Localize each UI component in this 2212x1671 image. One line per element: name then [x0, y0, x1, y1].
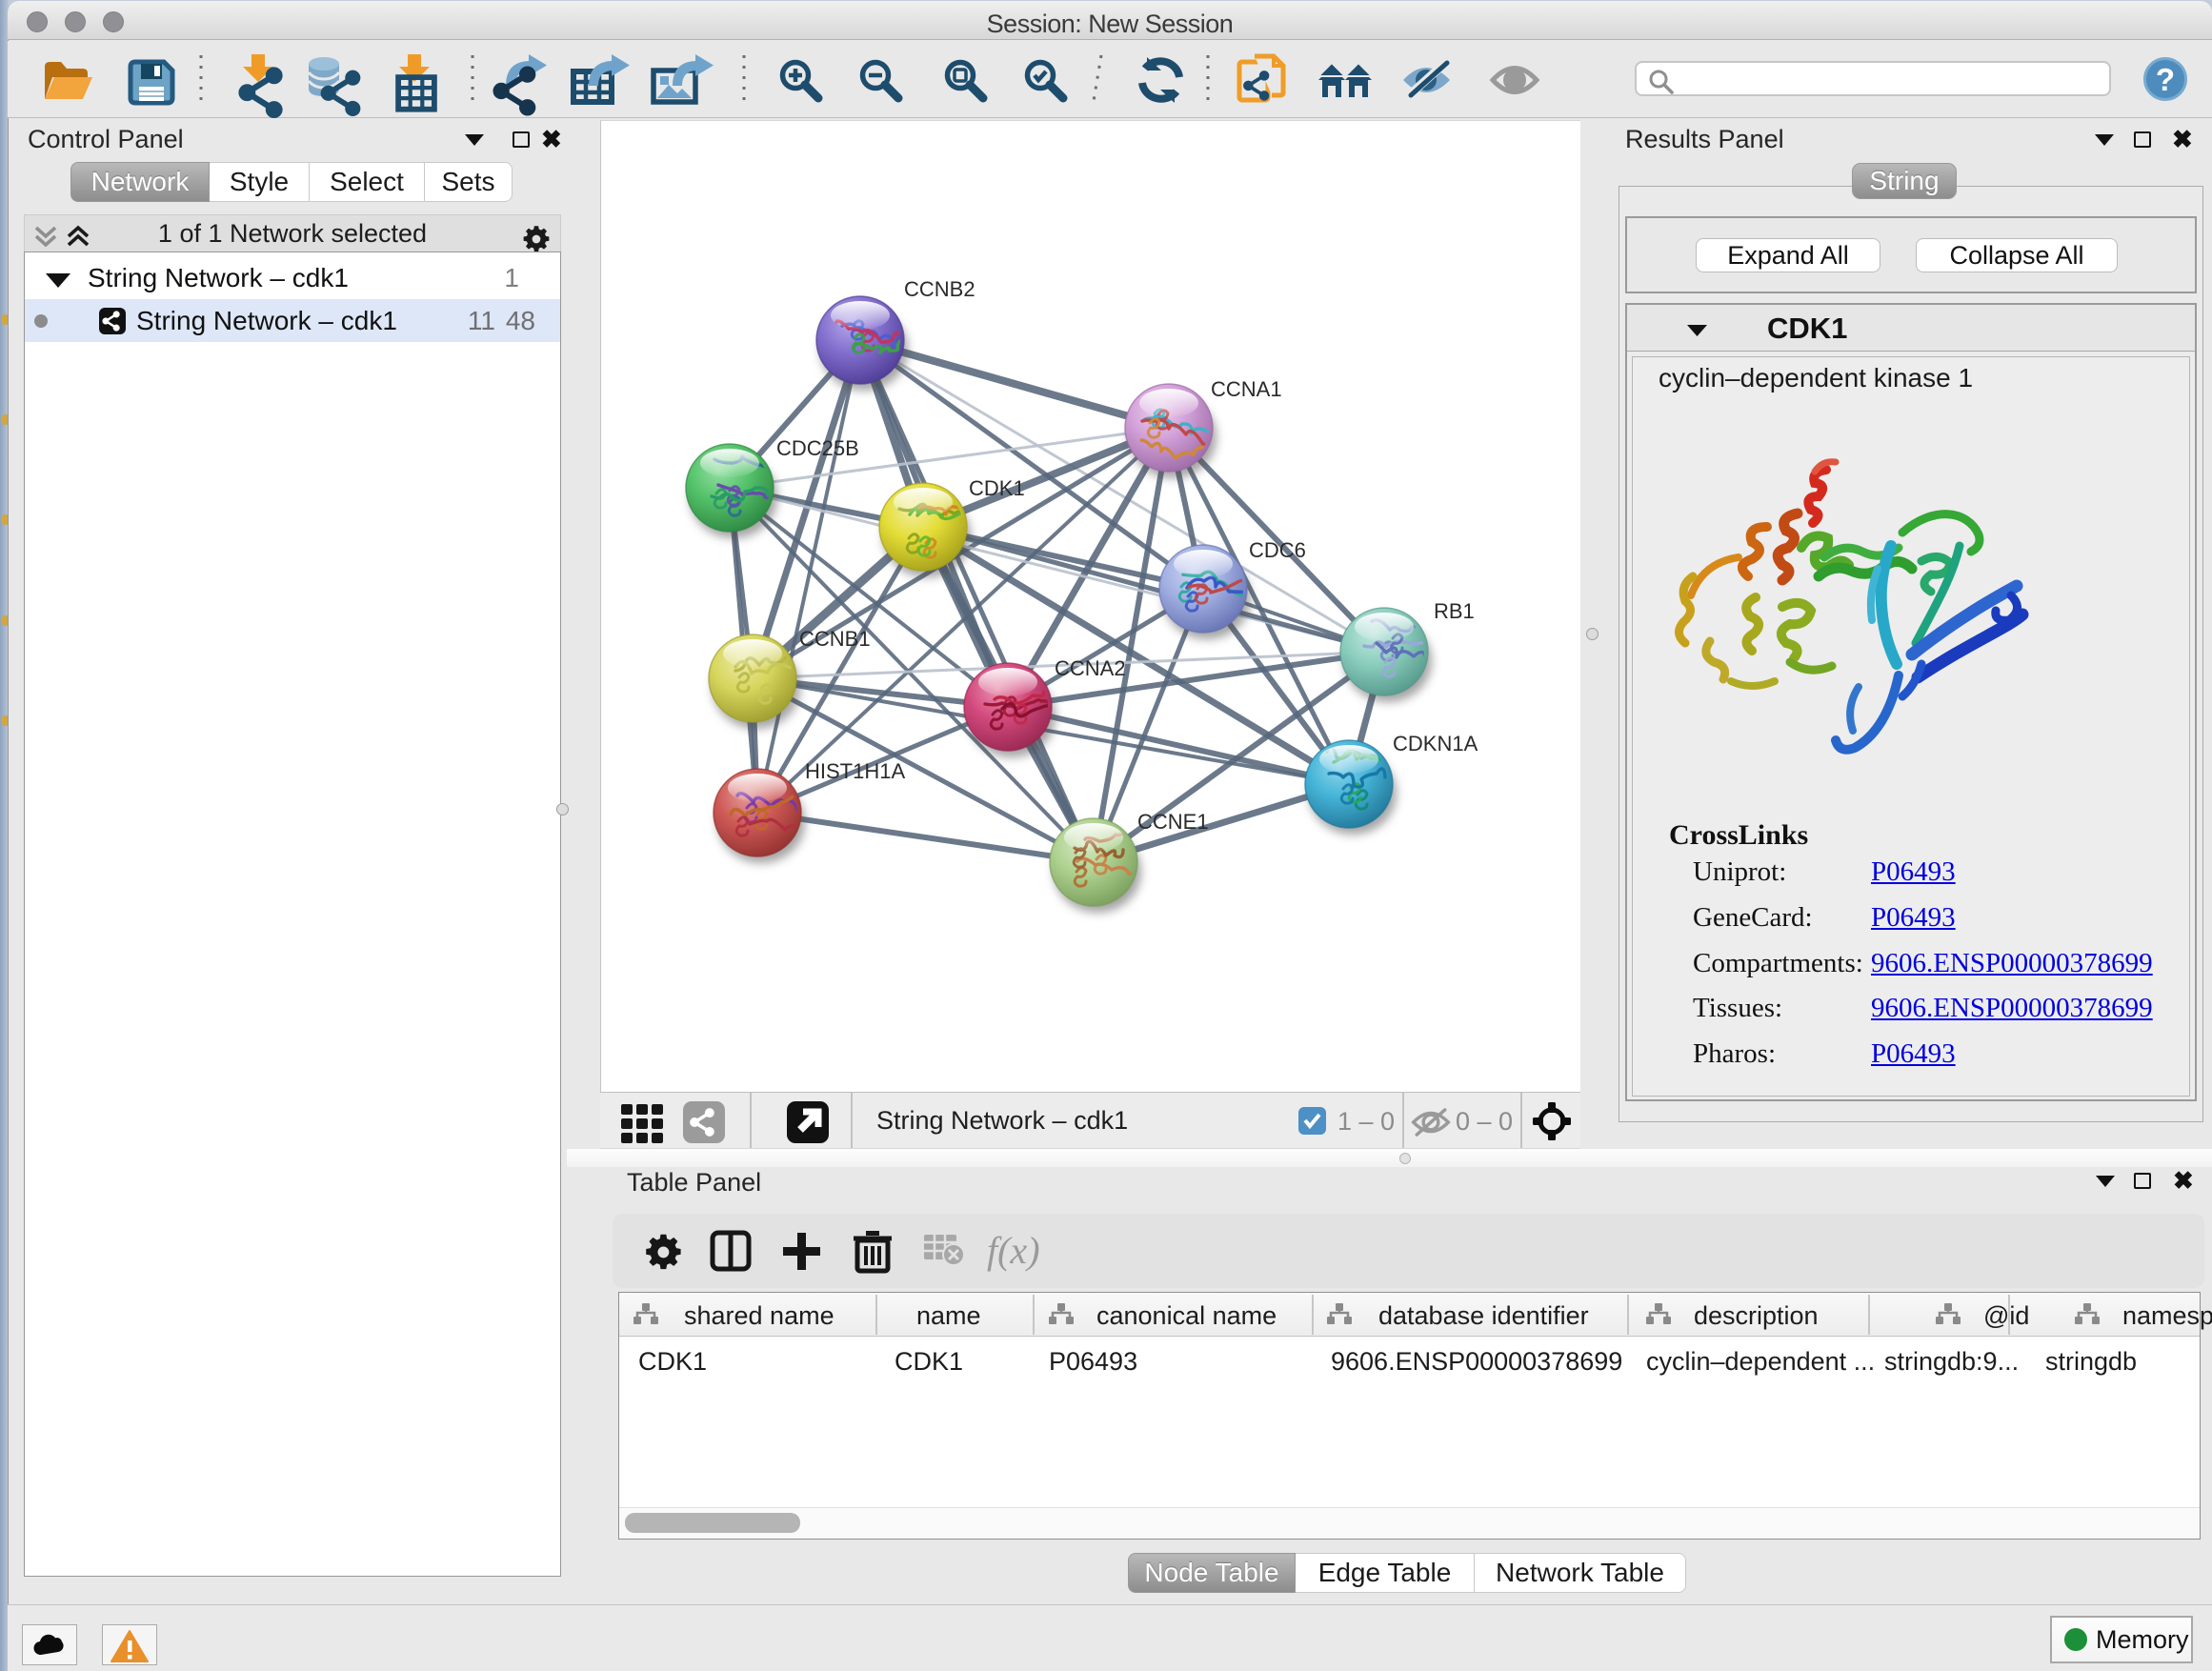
svg-text:CCNA2: CCNA2	[1055, 656, 1126, 680]
svg-text:HIST1H1A: HIST1H1A	[805, 759, 905, 783]
svg-text:RB1: RB1	[1434, 599, 1475, 623]
svg-text:CDC25B: CDC25B	[776, 436, 859, 460]
svg-text:CCNB1: CCNB1	[799, 627, 871, 651]
svg-text:CDC6: CDC6	[1249, 538, 1306, 562]
svg-text:shared name: shared name	[684, 1301, 835, 1330]
svg-text:CCNA1: CCNA1	[1211, 377, 1282, 401]
svg-text:@id: @id	[1983, 1301, 2029, 1330]
svg-text:f(x): f(x)	[987, 1229, 1040, 1272]
svg-text:name: name	[916, 1301, 981, 1330]
svg-text:CDK1: CDK1	[969, 476, 1025, 500]
svg-text:CCNE1: CCNE1	[1137, 810, 1209, 834]
svg-text:description: description	[1694, 1301, 1819, 1330]
svg-text:CDKN1A: CDKN1A	[1393, 732, 1478, 755]
svg-text:CCNB2: CCNB2	[904, 277, 975, 301]
svg-text:namespac: namespac	[2122, 1301, 2212, 1330]
svg-text:canonical name: canonical name	[1096, 1301, 1277, 1330]
svg-text:database identifier: database identifier	[1378, 1301, 1589, 1330]
